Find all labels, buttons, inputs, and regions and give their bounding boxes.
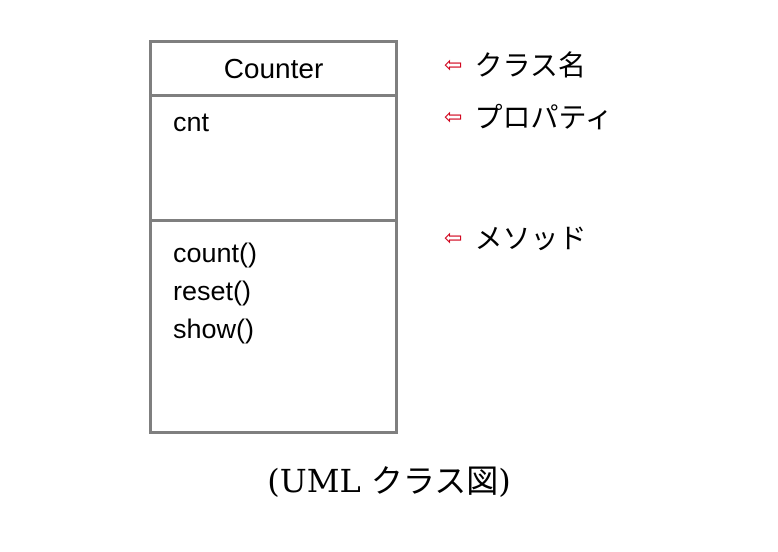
- properties-annotation: ⇦ プロパティ: [444, 104, 613, 132]
- properties-label: プロパティ: [474, 101, 613, 134]
- methods-label: メソッド: [474, 222, 587, 255]
- method-show: show(): [173, 314, 255, 344]
- properties-compartment: cnt: [152, 97, 395, 222]
- left-arrow-icon: ⇦: [444, 226, 463, 251]
- method-count: count(): [173, 238, 258, 268]
- uml-class-box: Counter cnt count() reset() show(): [149, 40, 398, 434]
- methods-compartment: count() reset() show(): [152, 222, 395, 431]
- class-name-label: クラス名: [474, 49, 586, 82]
- method-reset: reset(): [173, 276, 252, 306]
- diagram-caption: (UML クラス図): [267, 462, 511, 500]
- method-list: count() reset() show(): [173, 234, 257, 348]
- methods-annotation: ⇦ メソッド: [444, 225, 586, 253]
- class-name-compartment: Counter: [152, 43, 395, 97]
- class-name: Counter: [223, 52, 324, 84]
- left-arrow-icon: ⇦: [444, 53, 463, 78]
- property-cnt: cnt: [173, 107, 210, 137]
- class-name-annotation: ⇦ クラス名: [444, 52, 586, 80]
- left-arrow-icon: ⇦: [444, 105, 463, 130]
